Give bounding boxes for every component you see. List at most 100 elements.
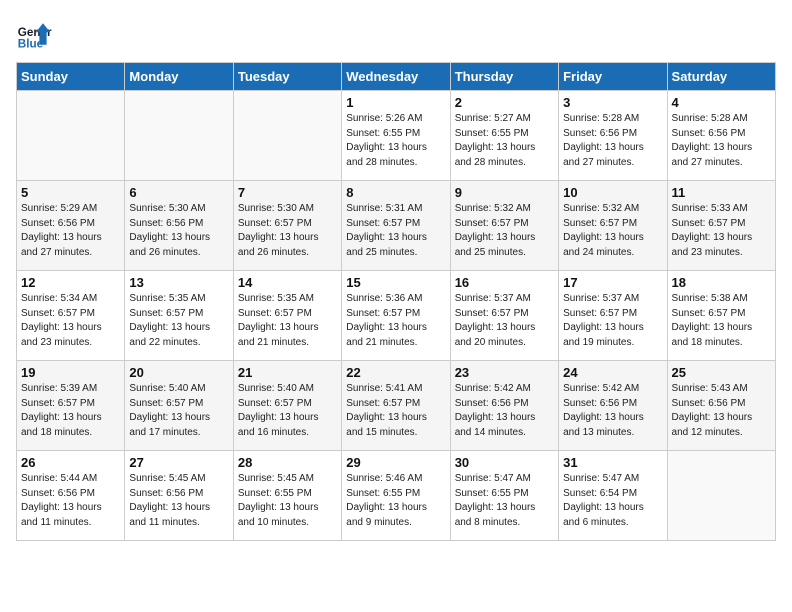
calendar-cell: 3Sunrise: 5:28 AM Sunset: 6:56 PM Daylig… bbox=[559, 91, 667, 181]
calendar-cell: 19 Sunrise: 5:39 AM Sunset: 6:57 PM Dayli… bbox=[17, 361, 125, 451]
calendar-cell: 16 Sunrise: 5:37 AM Sunset: 6:57 PM Dayli… bbox=[450, 271, 558, 361]
day-number: 9 bbox=[455, 185, 554, 200]
calendar-cell bbox=[17, 91, 125, 181]
day-number: 2 bbox=[455, 95, 554, 110]
logo-icon: General Blue bbox=[16, 16, 52, 52]
calendar-cell: 22 Sunrise: 5:41 AM Sunset: 6:57 PM Dayli… bbox=[342, 361, 450, 451]
day-number: 31 bbox=[563, 455, 662, 470]
day-info: Sunrise: 5:35 AM Sunset: 6:57 PM Dayligh… bbox=[238, 292, 337, 350]
calendar-cell: 28 Sunrise: 5:45 AM Sunset: 6:55 PM Dayli… bbox=[233, 451, 341, 541]
column-header-saturday: Saturday bbox=[667, 63, 775, 91]
day-number: 19 bbox=[21, 365, 120, 380]
day-info: Sunrise: 5:42 AM Sunset: 6:56 PM Dayligh… bbox=[455, 382, 554, 440]
day-info: Sunrise: 5:45 AM Sunset: 6:55 PM Dayligh… bbox=[238, 472, 337, 530]
logo: General Blue bbox=[16, 16, 56, 52]
day-number: 1 bbox=[346, 95, 445, 110]
day-info: Sunrise: 5:26 AM Sunset: 6:55 PM Dayligh… bbox=[346, 112, 445, 170]
day-number: 3 bbox=[563, 95, 662, 110]
column-header-wednesday: Wednesday bbox=[342, 63, 450, 91]
day-number: 5 bbox=[21, 185, 120, 200]
calendar-cell bbox=[233, 91, 341, 181]
day-number: 13 bbox=[129, 275, 228, 290]
calendar-cell: 6 Sunrise: 5:30 AM Sunset: 6:56 PM Daylig… bbox=[125, 181, 233, 271]
day-number: 30 bbox=[455, 455, 554, 470]
day-info: Sunrise: 5:30 AM Sunset: 6:56 PM Dayligh… bbox=[129, 202, 228, 260]
calendar-cell: 30 Sunrise: 5:47 AM Sunset: 6:55 PM Dayli… bbox=[450, 451, 558, 541]
day-number: 12 bbox=[21, 275, 120, 290]
week-row-5: 26 Sunrise: 5:44 AM Sunset: 6:56 PM Dayli… bbox=[17, 451, 776, 541]
calendar-cell: 7Sunrise: 5:30 AM Sunset: 6:57 PM Daylig… bbox=[233, 181, 341, 271]
calendar-cell bbox=[125, 91, 233, 181]
calendar-cell: 26 Sunrise: 5:44 AM Sunset: 6:56 PM Dayli… bbox=[17, 451, 125, 541]
day-info: Sunrise: 5:37 AM Sunset: 6:57 PM Dayligh… bbox=[455, 292, 554, 350]
column-header-thursday: Thursday bbox=[450, 63, 558, 91]
calendar-cell: 21 Sunrise: 5:40 AM Sunset: 6:57 PM Dayli… bbox=[233, 361, 341, 451]
week-row-1: 1 Sunrise: 5:26 AM Sunset: 6:55 PM Daylig… bbox=[17, 91, 776, 181]
day-number: 21 bbox=[238, 365, 337, 380]
day-info: Sunrise: 5:43 AM Sunset: 6:56 PM Dayligh… bbox=[672, 382, 771, 440]
calendar-cell: 9 Sunrise: 5:32 AM Sunset: 6:57 PM Daylig… bbox=[450, 181, 558, 271]
day-info: Sunrise: 5:33 AM Sunset: 6:57 PM Dayligh… bbox=[672, 202, 771, 260]
day-info: Sunrise: 5:29 AM Sunset: 6:56 PM Dayligh… bbox=[21, 202, 120, 260]
day-number: 29 bbox=[346, 455, 445, 470]
day-info: Sunrise: 5:42 AM Sunset: 6:56 PM Dayligh… bbox=[563, 382, 662, 440]
calendar-cell: 13Sunrise: 5:35 AM Sunset: 6:57 PM Dayli… bbox=[125, 271, 233, 361]
day-info: Sunrise: 5:40 AM Sunset: 6:57 PM Dayligh… bbox=[129, 382, 228, 440]
day-info: Sunrise: 5:39 AM Sunset: 6:57 PM Dayligh… bbox=[21, 382, 120, 440]
calendar-cell: 2 Sunrise: 5:27 AM Sunset: 6:55 PM Daylig… bbox=[450, 91, 558, 181]
calendar-cell: 11 Sunrise: 5:33 AM Sunset: 6:57 PM Dayli… bbox=[667, 181, 775, 271]
week-row-2: 5 Sunrise: 5:29 AM Sunset: 6:56 PM Daylig… bbox=[17, 181, 776, 271]
calendar-cell: 24Sunrise: 5:42 AM Sunset: 6:56 PM Dayli… bbox=[559, 361, 667, 451]
calendar-cell: 12Sunrise: 5:34 AM Sunset: 6:57 PM Dayli… bbox=[17, 271, 125, 361]
calendar-cell: 27 Sunrise: 5:45 AM Sunset: 6:56 PM Dayli… bbox=[125, 451, 233, 541]
day-info: Sunrise: 5:28 AM Sunset: 6:56 PM Dayligh… bbox=[672, 112, 771, 170]
day-number: 20 bbox=[129, 365, 228, 380]
day-number: 26 bbox=[21, 455, 120, 470]
calendar-cell: 14Sunrise: 5:35 AM Sunset: 6:57 PM Dayli… bbox=[233, 271, 341, 361]
day-number: 27 bbox=[129, 455, 228, 470]
day-number: 11 bbox=[672, 185, 771, 200]
day-number: 6 bbox=[129, 185, 228, 200]
calendar-cell: 25 Sunrise: 5:43 AM Sunset: 6:56 PM Dayli… bbox=[667, 361, 775, 451]
day-number: 10 bbox=[563, 185, 662, 200]
day-number: 4 bbox=[672, 95, 771, 110]
day-info: Sunrise: 5:38 AM Sunset: 6:57 PM Dayligh… bbox=[672, 292, 771, 350]
day-info: Sunrise: 5:45 AM Sunset: 6:56 PM Dayligh… bbox=[129, 472, 228, 530]
day-info: Sunrise: 5:31 AM Sunset: 6:57 PM Dayligh… bbox=[346, 202, 445, 260]
day-number: 7 bbox=[238, 185, 337, 200]
day-info: Sunrise: 5:46 AM Sunset: 6:55 PM Dayligh… bbox=[346, 472, 445, 530]
column-header-friday: Friday bbox=[559, 63, 667, 91]
day-number: 28 bbox=[238, 455, 337, 470]
day-number: 16 bbox=[455, 275, 554, 290]
calendar-cell: 29 Sunrise: 5:46 AM Sunset: 6:55 PM Dayli… bbox=[342, 451, 450, 541]
day-number: 15 bbox=[346, 275, 445, 290]
week-row-4: 19 Sunrise: 5:39 AM Sunset: 6:57 PM Dayli… bbox=[17, 361, 776, 451]
day-info: Sunrise: 5:36 AM Sunset: 6:57 PM Dayligh… bbox=[346, 292, 445, 350]
calendar-cell: 1 Sunrise: 5:26 AM Sunset: 6:55 PM Daylig… bbox=[342, 91, 450, 181]
day-info: Sunrise: 5:27 AM Sunset: 6:55 PM Dayligh… bbox=[455, 112, 554, 170]
column-header-tuesday: Tuesday bbox=[233, 63, 341, 91]
day-info: Sunrise: 5:47 AM Sunset: 6:54 PM Dayligh… bbox=[563, 472, 662, 530]
day-info: Sunrise: 5:41 AM Sunset: 6:57 PM Dayligh… bbox=[346, 382, 445, 440]
calendar-cell: 31 Sunrise: 5:47 AM Sunset: 6:54 PM Dayli… bbox=[559, 451, 667, 541]
day-info: Sunrise: 5:32 AM Sunset: 6:57 PM Dayligh… bbox=[455, 202, 554, 260]
calendar-cell: 15 Sunrise: 5:36 AM Sunset: 6:57 PM Dayli… bbox=[342, 271, 450, 361]
calendar-cell: 4 Sunrise: 5:28 AM Sunset: 6:56 PM Daylig… bbox=[667, 91, 775, 181]
day-number: 23 bbox=[455, 365, 554, 380]
column-header-monday: Monday bbox=[125, 63, 233, 91]
day-number: 18 bbox=[672, 275, 771, 290]
day-number: 17 bbox=[563, 275, 662, 290]
calendar-cell bbox=[667, 451, 775, 541]
week-row-3: 12Sunrise: 5:34 AM Sunset: 6:57 PM Dayli… bbox=[17, 271, 776, 361]
day-number: 22 bbox=[346, 365, 445, 380]
calendar-cell: 17Sunrise: 5:37 AM Sunset: 6:57 PM Dayli… bbox=[559, 271, 667, 361]
day-info: Sunrise: 5:44 AM Sunset: 6:56 PM Dayligh… bbox=[21, 472, 120, 530]
day-info: Sunrise: 5:47 AM Sunset: 6:55 PM Dayligh… bbox=[455, 472, 554, 530]
day-info: Sunrise: 5:32 AM Sunset: 6:57 PM Dayligh… bbox=[563, 202, 662, 260]
page-header: General Blue bbox=[16, 16, 776, 52]
day-number: 25 bbox=[672, 365, 771, 380]
calendar-cell: 23 Sunrise: 5:42 AM Sunset: 6:56 PM Dayli… bbox=[450, 361, 558, 451]
calendar-cell: 8Sunrise: 5:31 AM Sunset: 6:57 PM Daylig… bbox=[342, 181, 450, 271]
day-info: Sunrise: 5:40 AM Sunset: 6:57 PM Dayligh… bbox=[238, 382, 337, 440]
calendar-cell: 18 Sunrise: 5:38 AM Sunset: 6:57 PM Dayli… bbox=[667, 271, 775, 361]
